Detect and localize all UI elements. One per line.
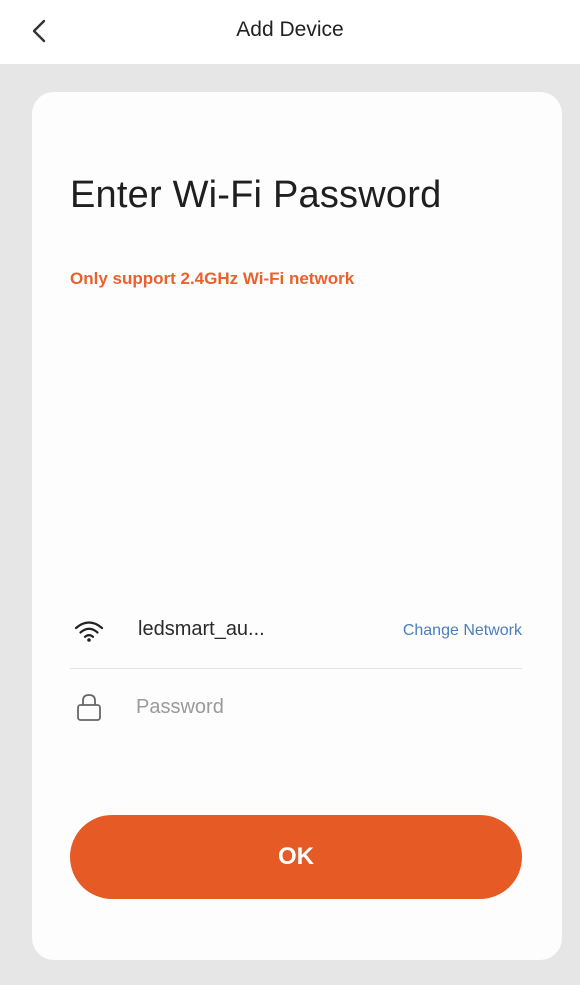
page-title: Add Device [236,18,344,41]
divider [70,668,522,669]
network-row: ledsmart_au... Change Network [70,606,522,654]
change-network-link[interactable]: Change Network [403,622,522,640]
frequency-note: Only support 2.4GHz Wi-Fi network [70,269,355,288]
ok-button[interactable]: OK [70,815,522,899]
network-ssid: ledsmart_au... [138,618,265,640]
wifi-icon [74,621,104,642]
top-navigation-bar: Add Device [0,0,580,64]
lock-icon [77,694,101,721]
wifi-password-card: Enter Wi-Fi Password Only support 2.4GHz… [32,92,562,960]
password-row [70,684,522,732]
card-heading: Enter Wi-Fi Password [70,174,442,216]
password-input[interactable] [136,688,506,726]
